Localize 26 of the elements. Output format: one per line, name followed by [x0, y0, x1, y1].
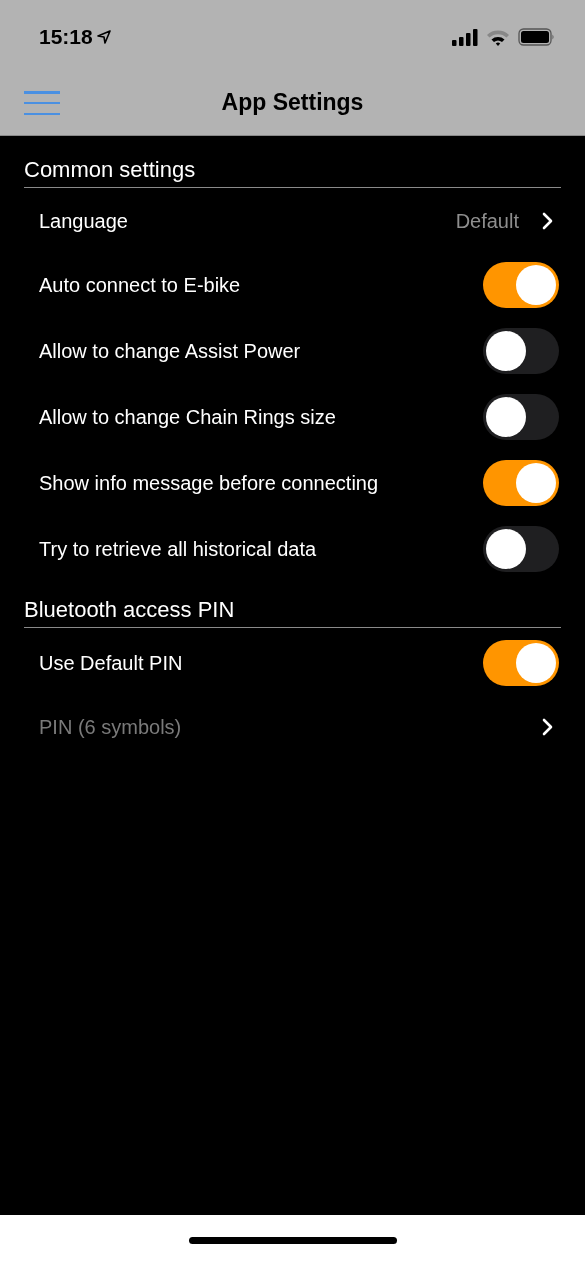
page-title: App Settings	[221, 88, 364, 118]
setting-label: Allow to change Assist Power	[39, 339, 301, 364]
toggle-switch[interactable]	[483, 262, 559, 308]
setting-label: Use Default PIN	[39, 651, 183, 676]
setting-value: Default	[455, 209, 519, 234]
chevron-right-icon	[541, 718, 553, 736]
toggle-switch[interactable]	[483, 328, 559, 374]
section-header: Common settings	[24, 157, 196, 182]
section-header: Bluetooth access PIN	[24, 597, 235, 622]
setting-label: Allow to change Chain Rings size	[39, 405, 336, 430]
battery-icon	[518, 28, 555, 46]
setting-label: Auto connect to E-bike	[39, 273, 241, 298]
toggle-switch[interactable]	[483, 394, 559, 440]
settings-link-row[interactable]: Language Default	[0, 190, 585, 252]
location-arrow-icon	[96, 30, 111, 44]
toggle-switch[interactable]	[483, 526, 559, 572]
wifi-icon	[486, 28, 510, 46]
setting-label: Language	[39, 209, 128, 234]
setting-label: PIN (6 symbols)	[39, 715, 182, 740]
toggle-switch[interactable]	[483, 640, 559, 686]
setting-label: Show info message before connecting	[39, 471, 379, 496]
toggle-switch[interactable]	[483, 460, 559, 506]
signal-icon	[452, 28, 478, 46]
chevron-right-icon	[541, 212, 553, 230]
setting-label: Try to retrieve all historical data	[39, 537, 317, 562]
status-time: 15:18	[39, 24, 93, 51]
